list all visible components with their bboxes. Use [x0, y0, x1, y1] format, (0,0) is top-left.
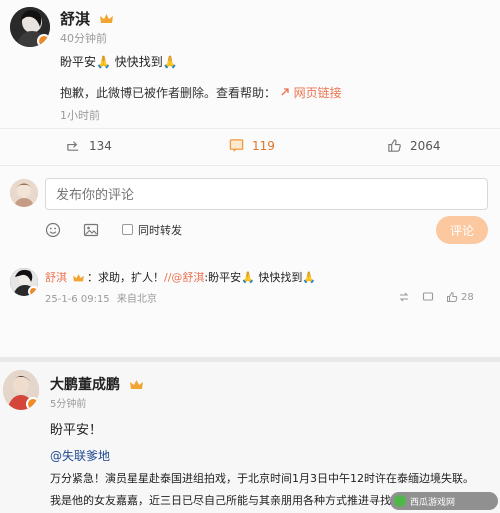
reply-like-count: 28	[461, 291, 474, 303]
watermark-logo-icon	[394, 495, 406, 507]
share-icon	[67, 141, 79, 151]
comment-icon	[229, 139, 244, 153]
weibo-post-card: 舒淇 40分钟前 盼平安🙏 快快找到🙏 抱歉，此微博已被作者删除。查看帮助： 网…	[0, 0, 500, 357]
reply-meta: 25-1-6 09:15 来自北京	[45, 290, 157, 305]
comment-input[interactable]	[45, 178, 488, 210]
post-body-line: 我是他的女友嘉嘉，近三日已尽自己所能与其亲朋用各种方式推进寻找	[50, 494, 391, 507]
image-icon[interactable]	[83, 222, 99, 238]
reply-comment-icon[interactable]	[422, 291, 434, 303]
reply-content: 舒淇 ：求助，扩人！//@舒淇:盼平安🙏 快快找到🙏	[45, 269, 316, 285]
user-avatar-image-icon	[10, 179, 38, 207]
weibo-post-card-2: 大鹏董成鹏 5分钟前 盼平安！ @失联爹地 万分紧急！演员星星赴泰国进组拍戏，于…	[0, 362, 500, 513]
reply-quoted-text: :盼平安🙏 快快找到🙏	[204, 271, 317, 284]
deleted-notice-text: 抱歉，此微博已被作者删除。查看帮助：	[60, 86, 277, 100]
verified-badge-icon	[28, 286, 38, 296]
repost-time: 1小时前	[60, 109, 100, 122]
author-name[interactable]: 舒淇	[60, 10, 90, 28]
reply-author-avatar[interactable]	[10, 268, 38, 296]
post-time: 5分钟前	[50, 399, 87, 410]
divider	[0, 128, 500, 129]
thumbs-up-icon	[388, 139, 401, 152]
repost-label: 同时转发	[138, 224, 182, 237]
post-author[interactable]: 舒淇	[60, 8, 114, 29]
crown-icon	[100, 14, 114, 23]
like-button[interactable]: 2064	[387, 138, 441, 153]
reply-source: 来自北京	[116, 294, 157, 305]
reply-date: 25-1-6 09:15	[45, 294, 110, 305]
reply-like-button[interactable]: 28	[446, 291, 474, 303]
comment-button[interactable]: 119	[229, 138, 275, 153]
author-name[interactable]: 大鹏董成鹏	[50, 377, 120, 393]
post-author[interactable]: 大鹏董成鹏	[50, 374, 143, 394]
post-hashtag[interactable]: @失联爹地	[50, 447, 110, 464]
help-link[interactable]: 网页链接	[280, 86, 342, 100]
divider	[0, 165, 500, 166]
verified-badge-icon	[37, 34, 50, 47]
post-body-line: 万分紧急！演员星星赴泰国进组拍戏，于北京时间1月3日中午12时许在泰缅边境失联。	[50, 472, 474, 485]
emoji-icon[interactable]	[45, 222, 61, 238]
verified-badge-icon	[26, 397, 39, 410]
reply-mention[interactable]: //@舒淇	[164, 271, 204, 284]
reply-text: ：求助，扩人！	[87, 271, 164, 284]
like-count: 2064	[410, 138, 441, 153]
repost-icon[interactable]	[398, 291, 410, 303]
share-count: 134	[89, 138, 112, 153]
post-time: 40分钟前	[60, 32, 107, 45]
submit-comment-button[interactable]: 评论	[436, 216, 488, 244]
deleted-notice: 抱歉，此微博已被作者删除。查看帮助： 网页链接	[60, 84, 342, 101]
link-icon	[281, 88, 289, 96]
reply-actions: 28	[398, 291, 474, 303]
watermark-text: 西瓜游戏网	[410, 497, 456, 508]
author-avatar[interactable]	[10, 7, 50, 47]
help-link-label[interactable]: 网页链接	[294, 86, 342, 100]
site-watermark: 西瓜游戏网	[390, 492, 498, 510]
author-avatar[interactable]	[3, 370, 39, 410]
reply-author-name[interactable]: 舒淇	[45, 271, 67, 284]
post-content: 盼平安！	[50, 423, 103, 438]
repost-checkbox[interactable]	[122, 224, 133, 235]
post-content: 盼平安🙏 快快找到🙏	[60, 55, 178, 69]
crown-icon	[129, 379, 143, 389]
comment-count: 119	[252, 138, 275, 153]
thumbs-up-icon	[447, 291, 458, 302]
user-avatar[interactable]	[10, 179, 38, 207]
share-button[interactable]: 134	[66, 138, 112, 153]
crown-icon	[72, 273, 84, 281]
